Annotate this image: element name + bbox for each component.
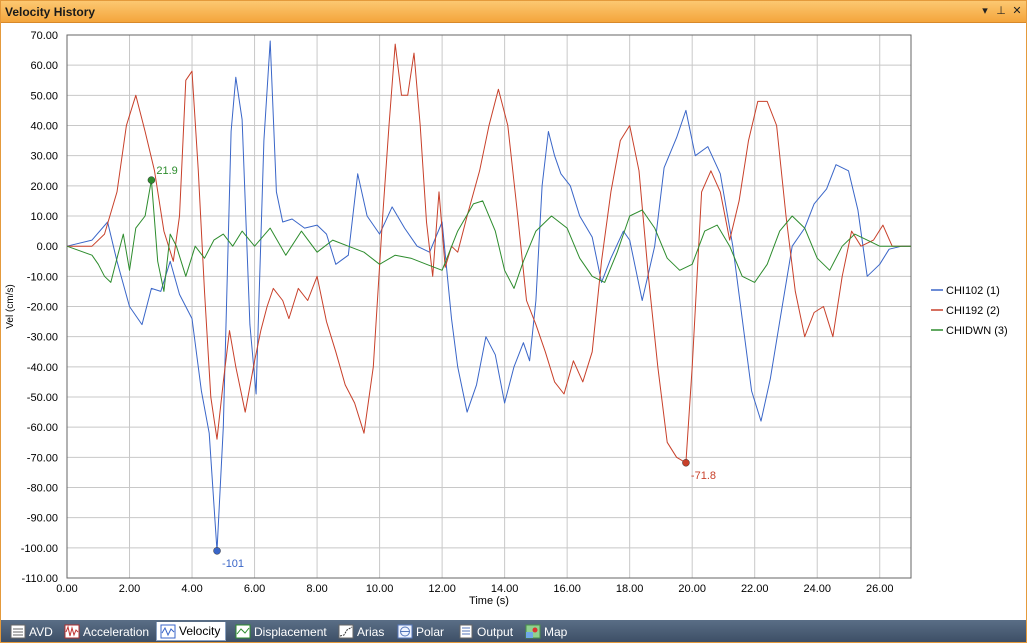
x-tick-label: 4.00 — [181, 583, 202, 595]
y-tick-label: 60.00 — [30, 60, 58, 72]
velocity-icon — [160, 624, 176, 638]
map-icon — [525, 624, 541, 639]
peak-label-2: -71.8 — [691, 470, 716, 482]
tab-label: Velocity — [179, 624, 221, 638]
velocity-chart: 0.00 2.00 4.00 6.00 8.00 10.00 12.00 14.00 16.00… — [5, 30, 1008, 607]
tab-map[interactable]: Map — [522, 622, 572, 641]
arias-icon — [338, 624, 354, 639]
y-tick-label: -20.00 — [27, 302, 58, 314]
x-tick-label: 2.00 — [119, 583, 140, 595]
legend-entry: CHI102 (1) — [946, 285, 1000, 297]
y-tick-label: -80.00 — [27, 483, 58, 495]
tab-label: Displacement — [254, 624, 327, 639]
tab-arias[interactable]: Arias — [335, 622, 389, 641]
peak-marker-2 — [682, 459, 690, 467]
y-tick-label: 70.00 — [30, 30, 58, 42]
x-axis-label: Time (s) — [469, 595, 509, 607]
y-axis-label: Vel (cm/s) — [5, 284, 16, 328]
y-tick-label: -90.00 — [27, 513, 58, 525]
x-tick-label: 18.00 — [616, 583, 644, 595]
legend-entry: CHIDWN (3) — [946, 325, 1008, 337]
dropdown-icon[interactable]: ▾ — [977, 3, 993, 19]
y-tick-label: 30.00 — [30, 151, 58, 163]
x-tick-label: 14.00 — [491, 583, 519, 595]
x-tick-label: 24.00 — [803, 583, 831, 595]
peak-label-3: 21.9 — [156, 165, 177, 177]
y-tick-label: -110.00 — [22, 573, 59, 585]
peak-marker-1 — [213, 547, 221, 555]
legend-entry: CHI192 (2) — [946, 305, 1000, 317]
tab-velocity[interactable]: Velocity — [156, 622, 227, 641]
y-tick-label: -60.00 — [27, 422, 58, 434]
tab-bar: AVD Acceleration Velocity Displacement A… — [1, 620, 1026, 642]
tab-output[interactable]: Output — [455, 622, 518, 641]
x-tick-label: 20.00 — [678, 583, 706, 595]
pin-icon[interactable]: ⊥ — [993, 3, 1009, 19]
close-icon[interactable]: ✕ — [1009, 3, 1025, 19]
tab-label: Polar — [416, 624, 445, 639]
polar-icon — [397, 624, 413, 639]
y-tick-label: -40.00 — [27, 362, 58, 374]
x-tick-label: 10.00 — [366, 583, 394, 595]
x-tick-label: 8.00 — [306, 583, 327, 595]
tab-label: Acceleration — [83, 624, 150, 639]
y-tick-label: 50.00 — [30, 90, 58, 102]
tab-label: AVD — [29, 624, 53, 639]
tab-label: Output — [477, 624, 514, 639]
tab-acceleration[interactable]: Acceleration — [61, 622, 154, 641]
y-tick-label: 20.00 — [30, 181, 58, 193]
y-tick-label: -50.00 — [27, 392, 58, 404]
tab-avd[interactable]: AVD — [7, 622, 58, 641]
y-tick-label: -30.00 — [27, 332, 58, 344]
window-title: Velocity History — [5, 5, 96, 19]
velocity-history-window: Velocity History ▾ ⊥ ✕ 0.00 2.00 4.00 6.00 8… — [0, 0, 1027, 643]
y-tick-label: 0.00 — [37, 241, 58, 253]
x-tick-label: 22.00 — [741, 583, 769, 595]
output-icon — [459, 624, 473, 639]
y-tick-label: -70.00 — [27, 452, 58, 464]
tab-polar[interactable]: Polar — [394, 622, 449, 641]
x-tick-label: 16.00 — [553, 583, 581, 595]
acceleration-icon — [64, 624, 80, 639]
y-tick-label: 40.00 — [30, 121, 58, 133]
peak-marker-3 — [147, 176, 156, 184]
avd-icon — [10, 624, 26, 639]
tab-label: Map — [544, 624, 568, 639]
title-bar: Velocity History ▾ ⊥ ✕ — [1, 1, 1026, 23]
y-tick-label: -100.00 — [21, 543, 58, 555]
x-tick-label: 12.00 — [428, 583, 456, 595]
displacement-icon — [235, 624, 251, 639]
y-tick-label: -10.00 — [27, 271, 58, 283]
peak-label-1: -101 — [222, 558, 244, 570]
x-tick-label: 26.00 — [866, 583, 894, 595]
tab-displacement[interactable]: Displacement — [232, 622, 332, 641]
x-tick-label: 0.00 — [56, 583, 77, 595]
tab-label: Arias — [357, 624, 385, 639]
y-tick-label: 10.00 — [30, 211, 58, 223]
x-tick-label: 6.00 — [244, 583, 265, 595]
